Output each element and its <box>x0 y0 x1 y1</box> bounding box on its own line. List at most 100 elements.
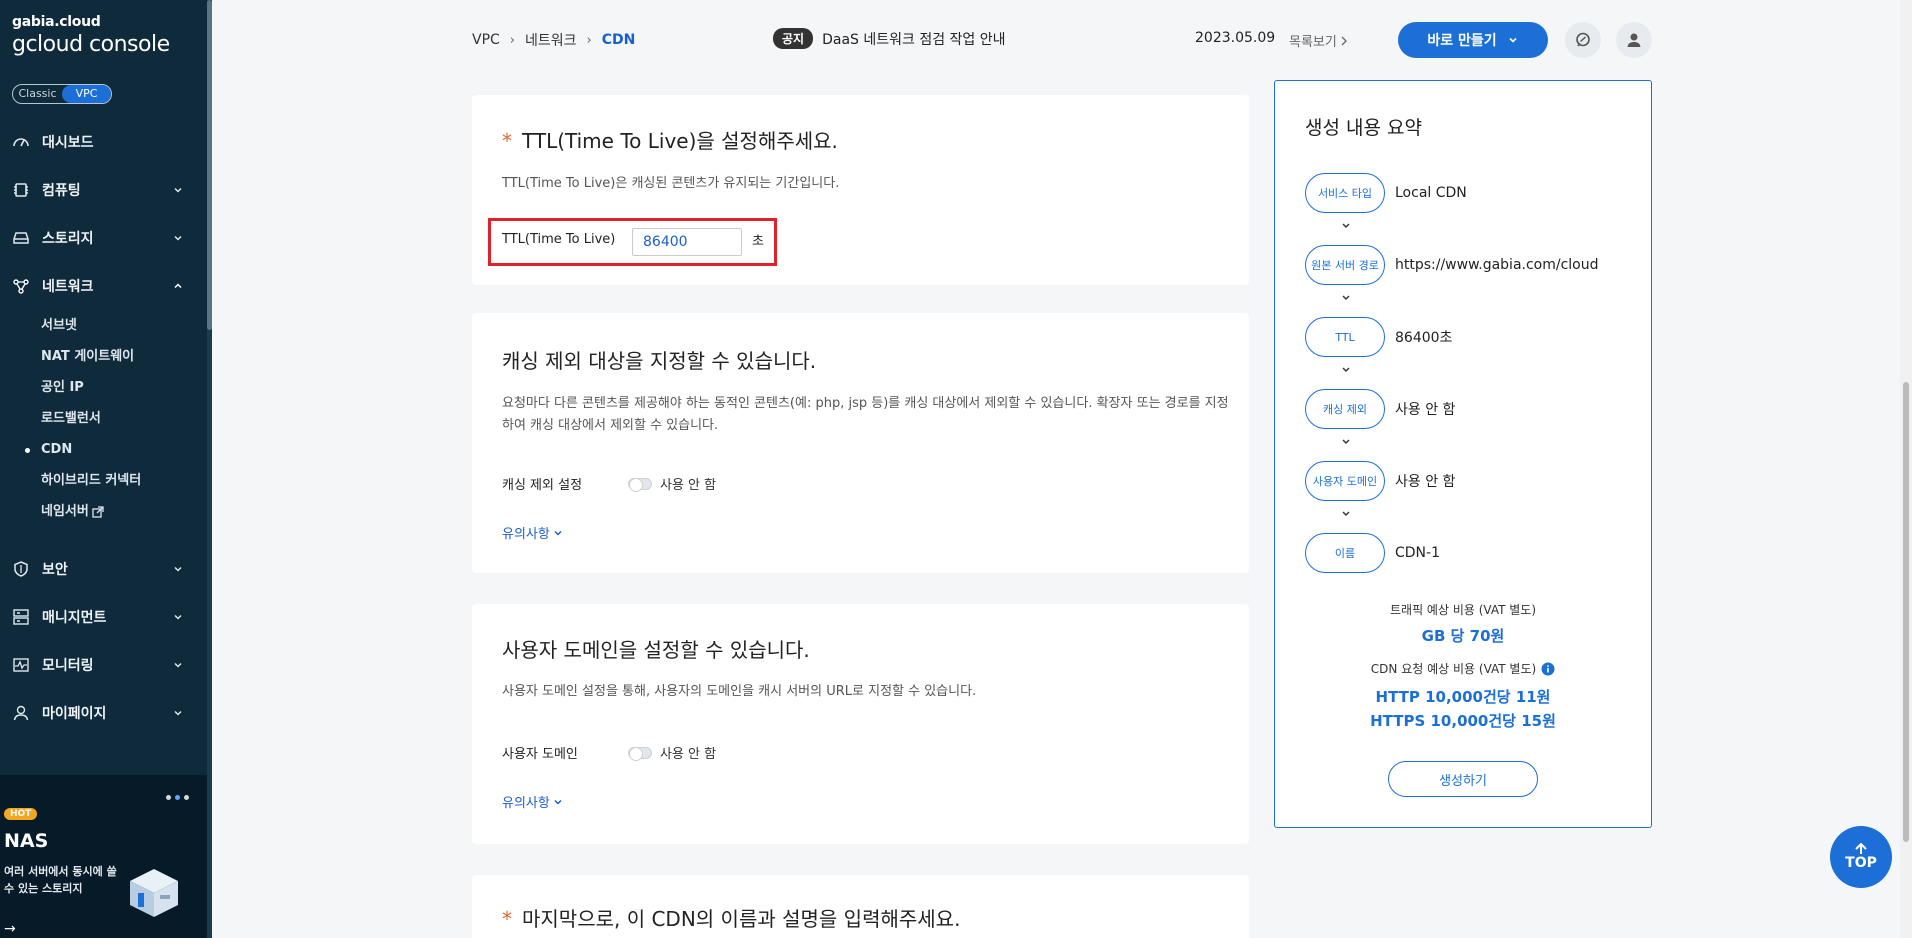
create-button[interactable]: 생성하기 <box>1388 761 1538 797</box>
summary-step-label[interactable]: 사용자 도메인 <box>1305 461 1385 501</box>
sidebar-item-label: 네트워크 <box>42 279 94 295</box>
carousel-dot[interactable] <box>166 795 171 800</box>
request-cost-label: CDN 요청 예상 비용 (VAT 별도) <box>1370 662 1537 676</box>
breadcrumb-separator: › <box>586 32 592 48</box>
management-icon <box>12 608 30 626</box>
summary-title: 생성 내용 요약 <box>1305 117 1422 139</box>
sidebar-item-network[interactable]: 네트워크 <box>0 262 207 310</box>
sidebar-subitem-public-ip[interactable]: 공인 IP <box>41 372 207 403</box>
summary-step-origin-path: 원본 서버 경로 https://www.gabia.com/cloud <box>1305 245 1599 285</box>
profile-button[interactable] <box>1616 22 1652 58</box>
traffic-cost-label: 트래픽 예상 비용 (VAT 별도) <box>1389 603 1537 617</box>
summary-step-label[interactable]: 이름 <box>1305 533 1385 573</box>
list-link-label: 목록보기 <box>1289 35 1337 50</box>
carousel-dots[interactable] <box>166 795 189 800</box>
sidebar: gabia.cloud gcloud console Classic VPC 대… <box>0 0 212 938</box>
summary-step-label[interactable]: 캐싱 제외 <box>1305 389 1385 429</box>
ttl-card: * TTL(Time To Live)을 설정해주세요. TTL(Time To … <box>472 95 1249 285</box>
scroll-top-button[interactable]: TOP <box>1830 826 1892 888</box>
mode-toggle[interactable]: Classic VPC <box>12 84 112 104</box>
sidebar-subitem-load-balancer[interactable]: 로드밸런서 <box>41 403 207 434</box>
sidebar-item-label: 모니터링 <box>42 658 94 674</box>
summary-step-name: 이름 CDN-1 <box>1305 533 1440 573</box>
network-submenu: 서브넷 NAT 게이트웨이 공인 IP 로드밸런서 CDN 하이브리드 커넥터 … <box>0 310 207 527</box>
summary-step-value: CDN-1 <box>1395 545 1440 561</box>
sidebar-item-monitoring[interactable]: 모니터링 <box>0 641 207 689</box>
summary-step-label[interactable]: 원본 서버 경로 <box>1305 245 1385 285</box>
sidebar-subitem-cdn[interactable]: CDN <box>25 434 207 465</box>
notice[interactable]: 공지 DaaS 네트워크 점검 작업 안내 <box>773 28 1006 49</box>
breadcrumb-separator: › <box>509 32 515 48</box>
shield-icon <box>12 560 30 578</box>
banner-title: NAS <box>4 830 49 852</box>
domain-desc: 사용자 도메인 설정을 통해, 사용자의 도메인을 캐시 서버의 URL로 지정… <box>502 684 977 699</box>
sidebar-item-label: 컴퓨팅 <box>42 183 81 199</box>
chevron-down-icon <box>174 235 182 241</box>
sidebar-subitem-nat-gateway[interactable]: NAT 게이트웨이 <box>41 341 207 372</box>
chevron-down-icon <box>1509 37 1517 43</box>
list-link[interactable]: 목록보기 <box>1289 31 1348 50</box>
summary-step-cache-exclusion: 캐싱 제외 사용 안 함 <box>1305 389 1455 429</box>
sidebar-item-security[interactable]: 보안 <box>0 545 207 593</box>
chevron-down-icon <box>1342 511 1350 516</box>
chevron-down-icon <box>174 187 182 193</box>
domain-note-link[interactable]: 유의사항 <box>502 792 563 811</box>
dashboard-icon <box>12 133 30 151</box>
sidebar-subitem-subnet[interactable]: 서브넷 <box>41 310 207 341</box>
sidebar-subitem-nameserver[interactable]: 네임서버 <box>41 496 207 527</box>
summary-panel: 생성 내용 요약 서비스 타입 Local CDN 원본 서버 경로 https… <box>1274 80 1652 828</box>
chat-button[interactable] <box>1565 22 1601 58</box>
cache-note-link[interactable]: 유의사항 <box>502 523 563 542</box>
promo-banner[interactable]: HOT NAS 여러 서버에서 동시에 쓸 수 있는 스토리지 → <box>0 775 207 938</box>
user-icon <box>1627 33 1641 47</box>
carousel-dot-active[interactable] <box>175 795 180 800</box>
user-icon <box>12 704 30 722</box>
request-cost-https: HTTPS 10,000건당 15원 <box>1370 712 1556 730</box>
chat-icon <box>1576 32 1590 47</box>
domain-field-label: 사용자 도메인 <box>502 747 578 762</box>
quick-create-button[interactable]: 바로 만들기 <box>1398 22 1548 58</box>
carousel-dot[interactable] <box>184 795 189 800</box>
chevron-down-icon <box>1342 295 1350 300</box>
arrow-right-icon[interactable]: → <box>4 921 16 937</box>
scroll-top-label: TOP <box>1845 855 1877 871</box>
summary-step-value: 사용 안 함 <box>1395 474 1456 490</box>
summary-step-value: 86400초 <box>1395 330 1453 346</box>
info-icon[interactable] <box>1541 662 1555 676</box>
arrow-up-icon <box>1855 843 1867 854</box>
cache-toggle[interactable] <box>628 478 652 492</box>
sidebar-scrollbar[interactable] <box>207 0 212 938</box>
sidebar-item-storage[interactable]: 스토리지 <box>0 214 207 262</box>
sidebar-item-management[interactable]: 매니지먼트 <box>0 593 207 641</box>
sidebar-item-computing[interactable]: 컴퓨팅 <box>0 166 207 214</box>
logo[interactable]: gabia.cloud gcloud console <box>12 14 170 57</box>
ttl-input[interactable]: 86400 <box>632 228 742 256</box>
sidebar-nav: 대시보드 컴퓨팅 스토리지 네트워크 서브넷 NAT 게이트웨이 공인 IP 로… <box>0 118 207 737</box>
breadcrumb-network[interactable]: 네트워크 <box>525 30 577 50</box>
mode-classic[interactable]: Classic <box>13 85 62 103</box>
sidebar-subitem-hybrid-connector[interactable]: 하이브리드 커넥터 <box>41 465 207 496</box>
logo-bottom: gcloud console <box>12 32 170 57</box>
summary-step-label[interactable]: TTL <box>1305 317 1385 357</box>
domain-toggle[interactable] <box>628 747 652 761</box>
page-scrollbar[interactable] <box>1900 0 1912 938</box>
page-scrollbar-thumb[interactable] <box>1903 382 1909 842</box>
ttl-title: * TTL(Time To Live)을 설정해주세요. <box>502 125 838 154</box>
ttl-field-label: TTL(Time To Live) <box>502 232 616 247</box>
breadcrumb-vpc[interactable]: VPC <box>472 32 500 48</box>
sidebar-item-dashboard[interactable]: 대시보드 <box>0 118 207 166</box>
cache-title: 캐싱 제외 대상을 지정할 수 있습니다. <box>502 349 817 373</box>
sidebar-item-mypage[interactable]: 마이페이지 <box>0 689 207 737</box>
summary-step-label[interactable]: 서비스 타입 <box>1305 173 1385 213</box>
chevron-down-icon <box>1342 439 1350 444</box>
chevron-right-icon <box>1341 36 1347 45</box>
notice-text[interactable]: DaaS 네트워크 점검 작업 안내 <box>822 29 1005 49</box>
cache-note-label: 유의사항 <box>502 527 550 542</box>
breadcrumb: VPC › 네트워크 › CDN <box>472 30 635 50</box>
name-title-text: 마지막으로, 이 CDN의 이름과 설명을 입력해주세요. <box>522 907 961 931</box>
ttl-title-text: TTL(Time To Live)을 설정해주세요. <box>522 129 838 153</box>
sidebar-item-label: 보안 <box>42 562 68 578</box>
hot-badge: HOT <box>4 808 38 820</box>
chevron-down-icon <box>1342 367 1350 372</box>
mode-vpc[interactable]: VPC <box>62 85 111 103</box>
